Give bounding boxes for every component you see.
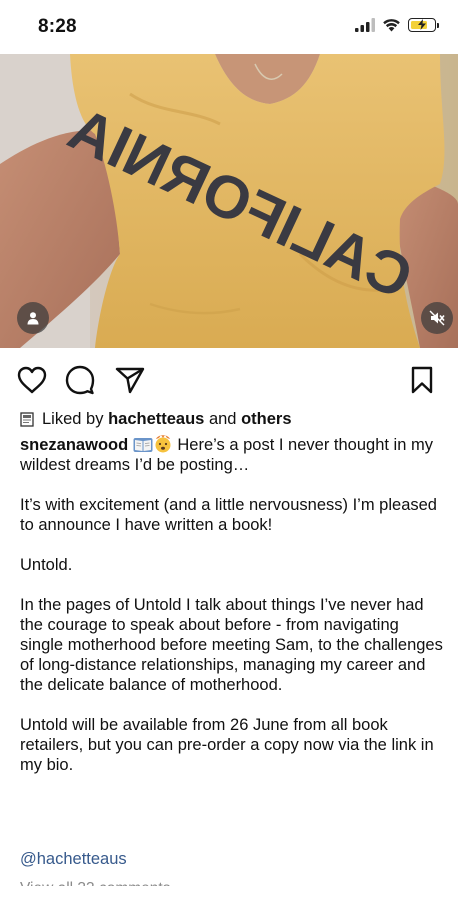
likes-prefix: Liked by [42, 410, 104, 428]
comment-bubble-icon [65, 365, 95, 395]
charging-bolt-icon [418, 19, 426, 30]
book-cover-thumbnail-icon [20, 412, 34, 427]
likes-summary[interactable]: Liked by hachetteaus and others [20, 410, 292, 429]
share-button[interactable] [114, 364, 146, 396]
bookmark-icon [411, 366, 433, 394]
mention-link[interactable]: @hachetteaus [20, 850, 127, 869]
mute-button[interactable] [421, 302, 453, 334]
likes-connector: and [208, 410, 237, 428]
cellular-signal-icon [355, 18, 375, 32]
caption-paragraph: Untold. [20, 556, 73, 574]
caption-username[interactable]: snezanawood [20, 436, 128, 454]
like-button[interactable] [16, 364, 48, 396]
wifi-icon [383, 19, 400, 32]
status-icons [355, 18, 439, 32]
speaker-muted-icon [429, 310, 445, 326]
heart-icon [17, 366, 47, 394]
status-time: 8:28 [38, 16, 77, 37]
caption-paragraph: It’s with excitement (and a little nervo… [20, 496, 437, 534]
bottom-edge [0, 886, 458, 900]
person-tag-icon [27, 312, 39, 325]
paper-plane-icon [115, 367, 145, 394]
tagged-people-button[interactable] [17, 302, 49, 334]
post-media[interactable]: CALIFORNIA [0, 54, 458, 348]
post-actions [0, 360, 458, 400]
battery-icon [408, 18, 439, 32]
post-photo: CALIFORNIA [0, 54, 458, 348]
exploding-head-emoji-icon [155, 435, 171, 453]
status-bar: 8:28 [0, 0, 458, 54]
comment-button[interactable] [64, 364, 96, 396]
open-book-emoji-icon [133, 438, 153, 452]
likes-others[interactable]: others [241, 410, 291, 429]
caption-paragraph: In the pages of Untold I talk about thin… [20, 596, 443, 694]
post-caption: snezanawood Here’s a post I never though… [20, 433, 444, 795]
save-button[interactable] [406, 364, 438, 396]
likes-user[interactable]: hachetteaus [108, 410, 204, 429]
caption-paragraph: Untold will be available from 26 June fr… [20, 716, 434, 774]
